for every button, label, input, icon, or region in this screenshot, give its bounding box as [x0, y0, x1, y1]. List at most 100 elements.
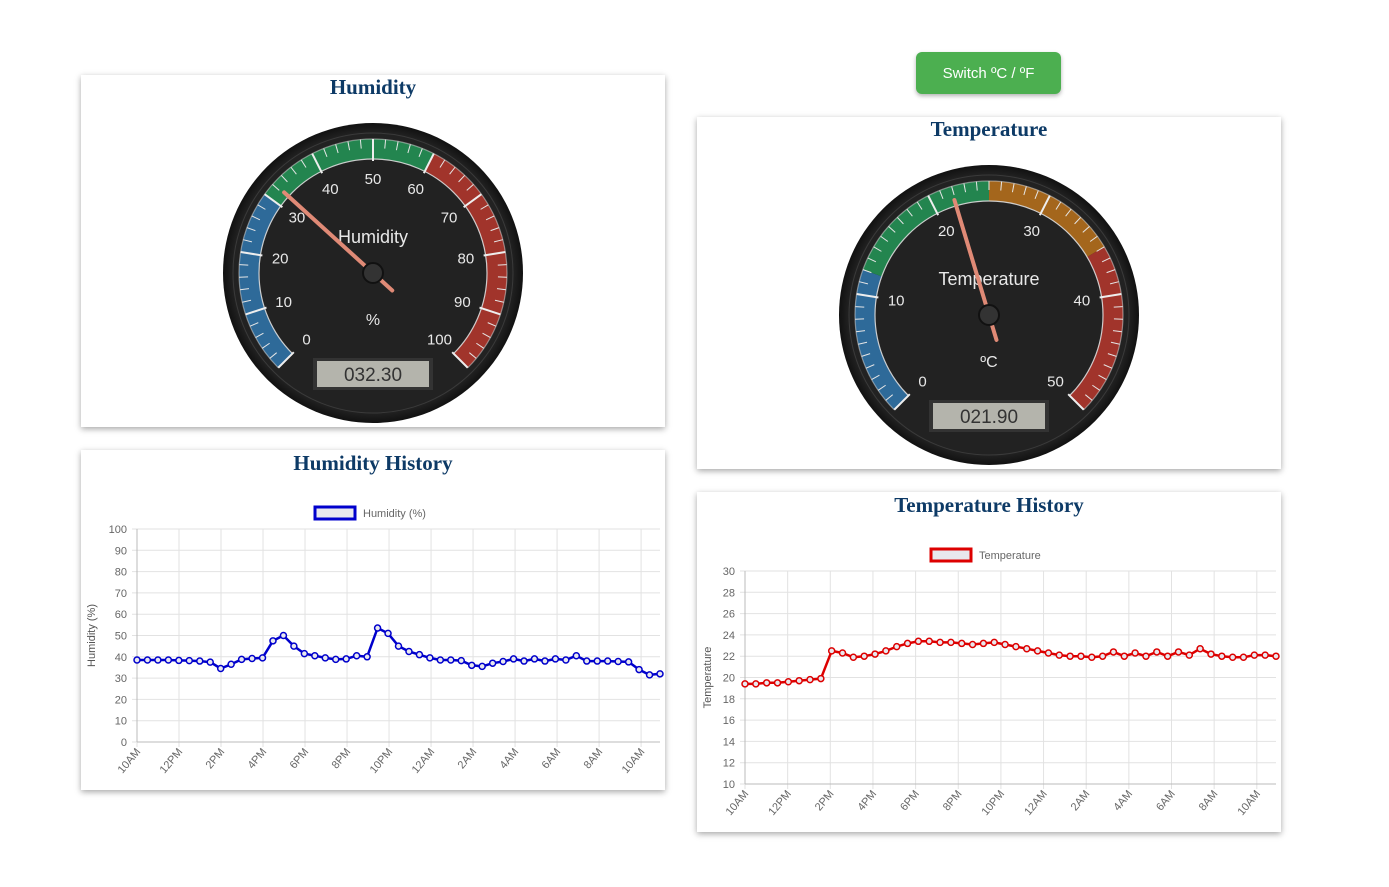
- temperature-history-data-point: [1239, 653, 1248, 662]
- humidity-history-data-point: [624, 658, 633, 666]
- humidity-history-data-point: [206, 658, 214, 666]
- humidity-history-x-tick-label: 8AM: [582, 746, 606, 771]
- temperature-dial-units: ºC: [980, 354, 997, 371]
- humidity-history-data-point: [488, 659, 497, 667]
- humidity-history-x-tick-label: 10AM: [116, 746, 144, 776]
- humidity-tick-label: 0: [302, 331, 310, 348]
- humidity-history-data-point: [279, 631, 288, 640]
- temperature-history-data-point: [1066, 652, 1074, 660]
- temperature-history-x-tick-label: 10AM: [724, 788, 752, 818]
- humidity-history-data-point: [614, 657, 622, 666]
- humidity-history-y-tick-label: 100: [109, 524, 127, 536]
- temperature-needle-hub: [978, 304, 1000, 326]
- switch-units-button[interactable]: Switch ºC / ºF: [916, 52, 1061, 94]
- humidity-dial-units: %: [366, 312, 380, 329]
- humidity-history-data-point: [384, 629, 392, 638]
- temperature-tick-label: 30: [1023, 223, 1040, 240]
- temperature-history-x-tick-label: 6PM: [898, 788, 922, 813]
- temperature-history-data-point: [1012, 642, 1020, 651]
- humidity-history-data-point: [175, 656, 183, 665]
- temperature-history-data-point: [1261, 651, 1269, 659]
- temperature-history-data-point: [968, 640, 977, 649]
- humidity-history-data-point: [331, 655, 340, 664]
- temperature-history-data-point: [827, 647, 836, 655]
- temperature-gauge-card: Temperature 0 10 20 30 40 50 Temperature ºC 021.…: [697, 117, 1281, 469]
- temperature-history-data-point: [1023, 644, 1031, 653]
- humidity-tick-label: 40: [322, 181, 339, 198]
- humidity-history-data-point: [415, 650, 424, 659]
- temperature-history-data-point: [871, 650, 879, 658]
- humidity-history-x-tick-label: 12AM: [410, 746, 438, 776]
- humidity-history-data-point: [133, 656, 141, 664]
- temperature-history-x-tick-label: 12PM: [766, 788, 794, 818]
- temperature-history-y-tick-label: 26: [723, 609, 735, 621]
- humidity-tick-label: 100: [427, 331, 452, 348]
- temperature-history-y-tick-label: 30: [723, 566, 735, 578]
- temperature-tick-label: 50: [1047, 373, 1064, 390]
- temperature-history-data-point: [838, 649, 847, 657]
- humidity-history-data-point: [603, 657, 612, 665]
- temperature-history-data-point: [1196, 644, 1204, 653]
- humidity-history-x-tick-label: 6AM: [540, 746, 564, 771]
- temperature-history-x-tick-label: 4AM: [1111, 788, 1135, 813]
- humidity-history-data-point: [394, 642, 403, 650]
- temperature-history-data-point: [1044, 649, 1053, 657]
- humidity-history-legend-label: Humidity (%): [363, 508, 426, 520]
- temperature-history-x-tick-label: 8AM: [1197, 788, 1221, 813]
- temperature-history-data-point: [1228, 653, 1237, 662]
- humidity-history-data-point: [363, 653, 371, 661]
- humidity-needle-hub: [362, 262, 384, 284]
- humidity-history-x-tick-label: 12PM: [158, 746, 186, 776]
- humidity-tick-label: 50: [365, 171, 382, 188]
- humidity-tick-label: 20: [272, 250, 289, 267]
- temperature-history-data-point: [741, 680, 749, 688]
- humidity-history-data-point: [352, 651, 361, 660]
- humidity-history-data-point: [154, 656, 162, 664]
- humidity-gauge: 0 10 20 30 40 50 60 70 80 90 100 Humidity% 032.30: [223, 123, 523, 423]
- humidity-history-x-tick-label: 2PM: [204, 746, 228, 771]
- temperature-history-data-point: [892, 642, 901, 651]
- temperature-tick-label: 40: [1073, 292, 1090, 309]
- temperature-history-data-point: [1185, 651, 1194, 659]
- temperature-history-data-point: [990, 638, 998, 647]
- humidity-history-data-point: [447, 656, 455, 664]
- temperature-gauge: 0 10 20 30 40 50 Temperature ºC 021.90: [839, 165, 1139, 465]
- temperature-history-y-tick-label: 28: [723, 587, 735, 599]
- humidity-history-data-point: [562, 656, 570, 664]
- humidity-history-y-tick-label: 0: [121, 737, 127, 749]
- humidity-history-data-point: [541, 657, 549, 665]
- humidity-history-data-point: [426, 654, 434, 662]
- humidity-tick-label: 60: [407, 181, 424, 198]
- temperature-tick-label: 20: [938, 223, 955, 240]
- temperature-history-data-point: [1120, 652, 1129, 660]
- temperature-history-data-point: [849, 653, 858, 662]
- temperature-history-data-point: [957, 639, 966, 648]
- temperature-history-data-point: [1250, 651, 1259, 659]
- humidity-history-data-point: [321, 654, 330, 662]
- humidity-history-y-tick-label: 40: [115, 652, 127, 664]
- temperature-history-data-point: [860, 652, 868, 660]
- humidity-history-data-point: [656, 670, 664, 678]
- humidity-history-data-point: [478, 662, 486, 671]
- humidity-minor-tick: [497, 264, 507, 266]
- humidity-history-x-tick-label: 2AM: [456, 746, 480, 771]
- temperature-history-data-point: [817, 674, 825, 683]
- humidity-history-data-point: [457, 656, 466, 665]
- humidity-history-data-point: [216, 664, 225, 673]
- temperature-history-data-point: [925, 637, 933, 646]
- temperature-history-data-point: [1218, 652, 1226, 660]
- temperature-history-card: Temperature History Temperature 10 12 14 16 1…: [697, 492, 1281, 832]
- temperature-readout-value: 021.90: [960, 407, 1018, 428]
- humidity-readout-value: 032.30: [344, 365, 402, 386]
- temperature-history-data-point: [903, 639, 912, 648]
- temperature-history-data-point: [947, 638, 955, 647]
- humidity-history-data-point: [572, 651, 581, 660]
- temperature-history-data-point: [979, 639, 988, 648]
- temperature-history-data-point: [1163, 652, 1172, 660]
- temperature-history-data-point: [1033, 647, 1042, 655]
- humidity-history-x-tick-label: 4PM: [246, 746, 270, 771]
- temperature-history-data-point: [1153, 648, 1161, 656]
- humidity-history-chart: Humidity (%) 0 10 20 30 40 50 60 70 80 90 100 10AM 12…: [86, 505, 664, 776]
- temperature-history-y-tick-label: 22: [723, 651, 735, 663]
- temperature-history-data-point: [1109, 648, 1118, 656]
